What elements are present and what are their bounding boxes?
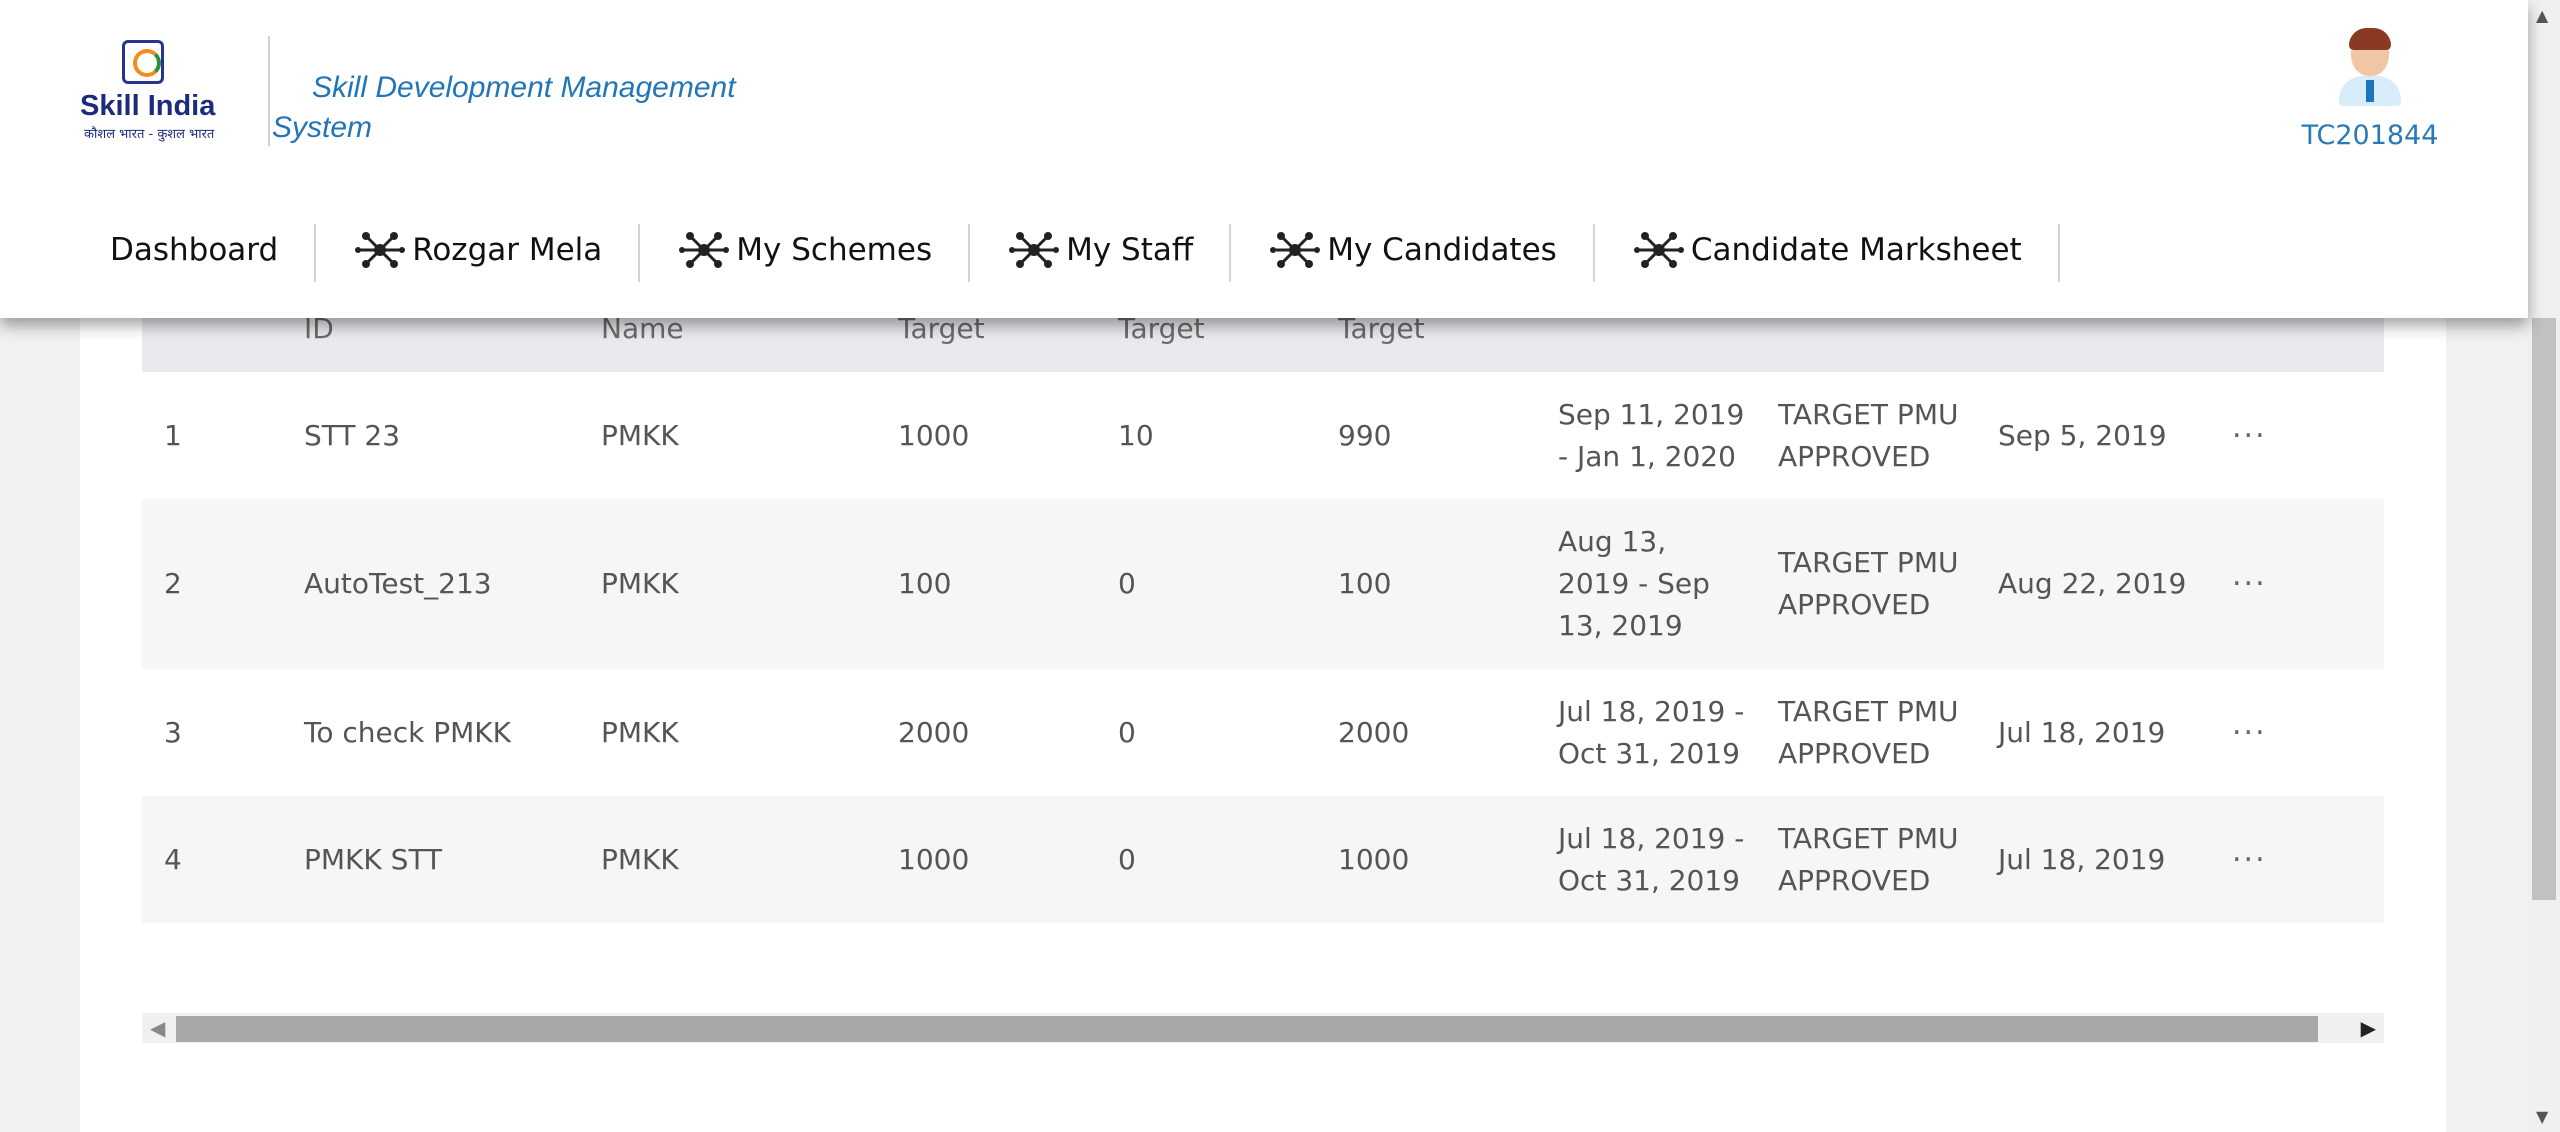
nav-item-label: My Candidates [1327,232,1557,268]
cell-date: Aug 22, 2019 [1998,567,2187,600]
nav-item-label: Dashboard [110,232,279,268]
targets-table: ID Name Target Target Target 1 STT 23 PM… [142,250,2384,1045]
scroll-down-arrow-icon[interactable]: ▼ [2536,1107,2548,1126]
logo-tagline: कौशल भारत - कुशल भारत [84,127,215,142]
network-icon [1633,232,1684,268]
horizontal-scroll-thumb[interactable] [176,1016,2318,1042]
cell-target: 0 [1118,567,1136,600]
nav-item-label: Candidate Marksheet [1690,232,2022,268]
avatar[interactable] [2335,28,2405,106]
cell-target: 2000 [1338,715,1410,749]
logo-brand-text: Skill India [80,90,216,122]
nav-item-rozgar-mela[interactable]: Rozgar Mela [316,218,641,282]
vertical-scroll-thumb[interactable] [2532,318,2556,900]
more-options-button[interactable]: ··· [2232,715,2267,750]
nav-item-label: My Staff [1066,232,1194,268]
main-nav: Dashboard Rozgar Mela My Schemes My Staf… [78,218,2060,282]
cell-target: 0 [1118,842,1136,876]
cell-status: TARGET PMU APPROVED [1778,694,1959,770]
more-options-button[interactable]: ··· [2232,842,2267,877]
cell-duration: Jul 18, 2019 - Oct 31, 2019 [1558,694,1745,770]
cell-name: PMKK [601,418,679,452]
skill-india-logo[interactable]: Skill India कौशल भारत - कुशल भारत [78,36,215,146]
table-row[interactable]: 4 PMKK STT PMKK 1000 0 1000 Jul 18, 2019… [142,796,2384,923]
cell-target: 100 [898,567,952,600]
cell-status: TARGET PMU APPROVED [1778,397,1959,473]
cell-target: 1000 [898,418,970,452]
cell-id: To check PMKK [304,715,512,749]
user-id[interactable]: TC201844 [2290,120,2450,151]
more-options-button[interactable]: ··· [2232,567,2267,602]
table-row[interactable]: 2 AutoTest_213 PMKK 100 0 100 Aug 13, 20… [142,499,2384,669]
cell-status: TARGET PMU APPROVED [1778,821,1959,897]
nav-item-candidate-marksheet[interactable]: Candidate Marksheet [1595,218,2060,282]
nav-item-my-staff[interactable]: My Staff [970,218,1232,282]
cell-target: 1000 [1338,842,1410,876]
cell-duration: Sep 11, 2019 - Jan 1, 2020 [1558,397,1745,473]
app-title: Skill Development Management System [272,71,736,144]
nav-item-my-schemes[interactable]: My Schemes [640,218,970,282]
scroll-up-arrow-icon[interactable]: ▲ [2536,6,2548,25]
cell-name: PMKK [601,567,679,600]
scroll-right-arrow-icon[interactable]: ▶ [2361,1016,2376,1040]
vertical-scrollbar[interactable]: ▲ ▼ [2528,0,2560,1132]
cell-id: AutoTest_213 [304,567,492,600]
cell-serial: 4 [164,842,182,876]
header-divider [268,36,270,146]
cell-date: Sep 5, 2019 [1998,418,2167,452]
cell-target: 0 [1118,715,1136,749]
nav-item-label: My Schemes [736,232,933,268]
app-header: Skill India कौशल भारत - कुशल भारत Skill … [0,0,2528,318]
scroll-left-arrow-icon[interactable]: ◀ [150,1016,165,1040]
cell-serial: 2 [164,567,182,600]
table-row[interactable]: 3 To check PMKK PMKK 2000 0 2000 Jul 18,… [142,669,2384,796]
cell-status: TARGET PMU APPROVED [1778,546,1959,621]
nav-item-dashboard[interactable]: Dashboard [78,218,317,282]
cell-date: Jul 18, 2019 [1998,842,2166,876]
nav-item-label: Rozgar Mela [412,232,603,268]
skill-india-emblem-icon [122,40,164,84]
cell-id: STT 23 [304,418,401,452]
user-profile[interactable]: TC201844 [2290,28,2450,151]
cell-target: 1000 [898,842,970,876]
cell-target: 990 [1338,418,1392,452]
nav-item-my-candidates[interactable]: My Candidates [1231,218,1595,282]
cell-serial: 1 [164,418,182,452]
network-icon [355,232,406,268]
cell-id: PMKK STT [304,842,443,876]
cell-duration: Jul 18, 2019 - Oct 31, 2019 [1558,821,1745,897]
cell-date: Jul 18, 2019 [1998,715,2166,749]
cell-target: 10 [1118,418,1154,452]
cell-name: PMKK [601,715,679,749]
cell-serial: 3 [164,715,182,749]
horizontal-scrollbar[interactable]: ◀ ▶ [142,1013,2384,1043]
cell-target: 2000 [898,715,970,749]
cell-name: PMKK [601,842,679,876]
network-icon [1009,232,1060,268]
network-icon [679,232,730,268]
more-options-button[interactable]: ··· [2232,418,2267,453]
cell-duration: Aug 13, 2019 - Sep 13, 2019 [1558,525,1710,642]
table-row[interactable]: 1 STT 23 PMKK 1000 10 990 Sep 11, 2019 -… [142,372,2384,499]
network-icon [1270,232,1321,268]
cell-target: 100 [1338,567,1392,600]
